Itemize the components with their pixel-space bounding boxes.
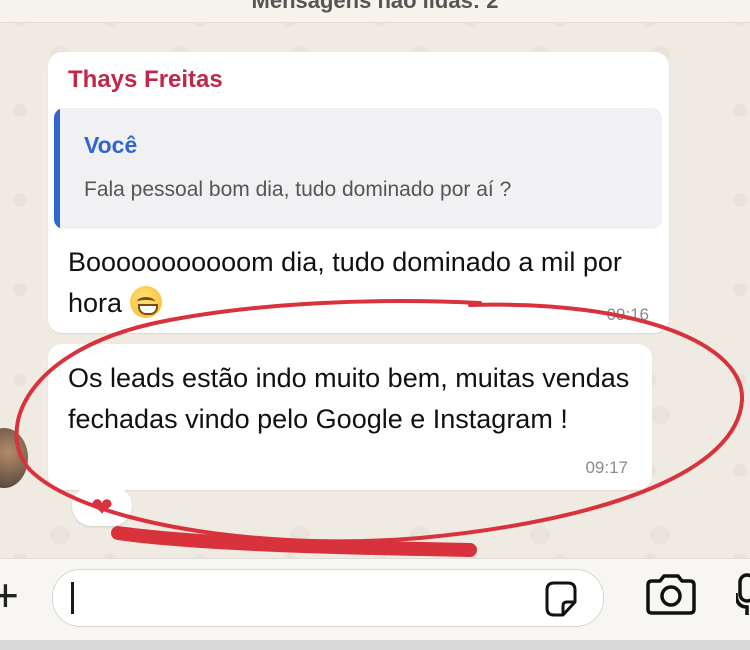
message-composer: + xyxy=(0,558,750,641)
heart-icon: ❤ xyxy=(91,492,113,522)
microphone-icon[interactable] xyxy=(736,573,750,617)
bottom-bar xyxy=(0,640,750,650)
message-text: Booooooooooom dia, tudo dominado a mil p… xyxy=(68,242,658,324)
message-bubble-leads[interactable]: Os leads estão indo muito bem, muitas ve… xyxy=(48,344,652,490)
sticker-icon[interactable] xyxy=(541,580,581,618)
quoted-author: Você xyxy=(84,132,138,158)
unread-messages-banner: Mensagens não lidas: 2 xyxy=(0,0,750,23)
heart-reaction[interactable]: ❤ xyxy=(72,486,132,526)
unread-banner-text: Mensagens não lidas: 2 xyxy=(251,0,499,13)
quoted-message[interactable]: Você Fala pessoal bom dia, tudo dominado… xyxy=(54,108,662,229)
message-input[interactable] xyxy=(52,569,604,627)
quote-accent-bar xyxy=(54,108,60,229)
text-caret xyxy=(71,582,74,614)
camera-icon[interactable] xyxy=(644,573,698,615)
quoted-text: Fala pessoal bom dia, tudo dominado por … xyxy=(84,178,512,201)
message-text: Os leads estão indo muito bem, muitas ve… xyxy=(68,363,630,434)
message-timestamp: 09:17 xyxy=(585,458,628,477)
plus-icon[interactable]: + xyxy=(0,572,26,618)
grinning-emoji-icon xyxy=(130,286,163,318)
message-bubble-thays[interactable]: Thays Freitas Você Fala pessoal bom dia,… xyxy=(48,52,669,333)
sender-name[interactable]: Thays Freitas xyxy=(68,66,223,94)
message-timestamp: 09:16 xyxy=(606,305,649,324)
